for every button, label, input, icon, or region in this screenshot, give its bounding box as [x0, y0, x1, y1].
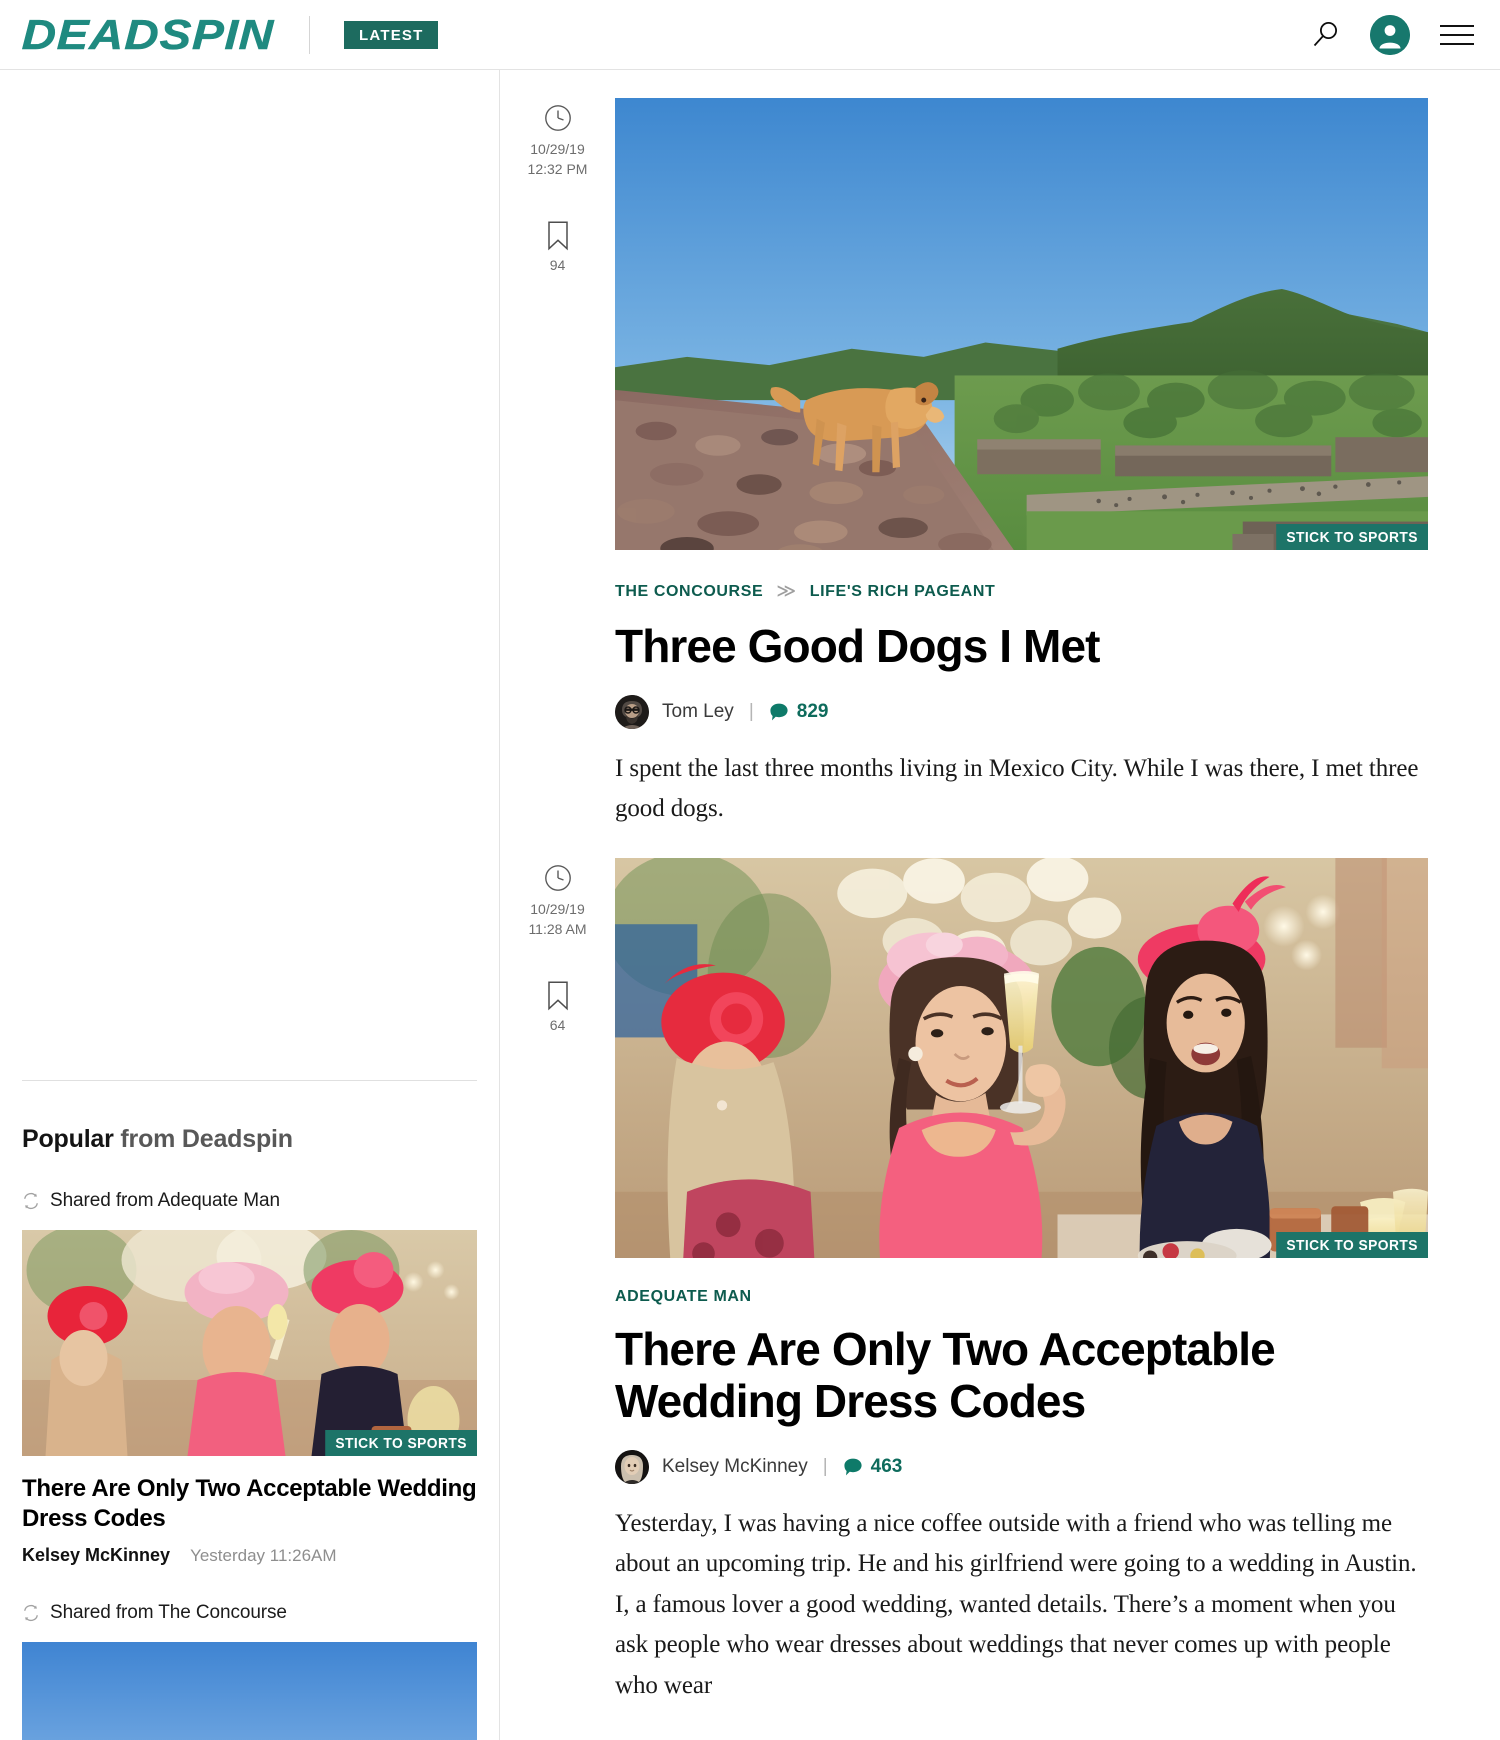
sidebar-top-spacer [22, 70, 477, 1080]
search-icon [1313, 22, 1337, 47]
site-header: DEADSPIN LATEST [0, 0, 1500, 70]
post-body: STICK TO SPORTS THE CONCOURSE ≫ LIFE'S R… [615, 98, 1500, 830]
comment-bubble-icon [844, 1458, 862, 1476]
feed-post: 10/29/19 11:28 AM 64 STICK TO SPORTS ADE… [500, 830, 1500, 1706]
post-byline: Kelsey McKinney | 463 [615, 1449, 1428, 1484]
repost-icon [24, 1192, 38, 1210]
list-item: Shared from The Concourse [22, 1602, 477, 1740]
author-avatar [615, 694, 649, 729]
post-meta-rail: 10/29/19 12:32 PM 94 [500, 98, 615, 830]
page-layout: Popular from Deadspin Shared from Adequa… [0, 70, 1500, 1740]
stick-to-sports-badge: STICK TO SPORTS [1276, 1231, 1428, 1258]
bookmark-button[interactable]: 94 [546, 221, 570, 273]
post-date: 10/29/19 [530, 900, 585, 917]
account-button[interactable] [1370, 15, 1410, 55]
menu-button[interactable] [1440, 25, 1474, 45]
header-actions [1310, 0, 1474, 70]
bookmark-count: 64 [549, 1017, 566, 1034]
feed-post: 10/29/19 12:32 PM 94 STICK TO SPORTS THE… [500, 70, 1500, 830]
comments-button[interactable]: 829 [769, 700, 829, 723]
comments-button[interactable]: 463 [843, 1455, 903, 1478]
comment-bubble-icon [770, 703, 788, 721]
search-button[interactable] [1310, 20, 1340, 50]
post-hero-image-dog[interactable]: STICK TO SPORTS [615, 98, 1428, 550]
site-logo[interactable]: DEADSPIN [21, 0, 275, 69]
sidebar-item-byline: Kelsey McKinney Yesterday 11:26AM [22, 1545, 477, 1566]
sidebar: Popular from Deadspin Shared from Adequa… [0, 70, 500, 1740]
popular-heading-rest: from Deadspin [113, 1125, 293, 1153]
clock-icon [544, 105, 571, 131]
stick-to-sports-badge: STICK TO SPORTS [325, 1430, 477, 1456]
clock-icon [544, 865, 571, 891]
post-author[interactable]: Kelsey McKinney [662, 1456, 808, 1478]
post-meta-rail: 10/29/19 11:28 AM 64 [500, 858, 615, 1706]
woman-center [878, 932, 1066, 1258]
sidebar-item-author[interactable]: Kelsey McKinney [22, 1545, 170, 1566]
post-byline: Tom Ley | 829 [615, 694, 1428, 729]
post-time: 12:32 PM [527, 160, 588, 177]
shared-from-row: Shared from The Concourse [22, 1602, 477, 1624]
breadcrumb-secondary[interactable]: LIFE'S RICH PAGEANT [810, 583, 996, 601]
comment-count: 829 [796, 700, 829, 722]
byline-separator: | [748, 700, 754, 722]
post-breadcrumb: ADEQUATE MAN [615, 1288, 1428, 1306]
shared-from-label: Shared from The Concourse [50, 1602, 287, 1624]
post-body: STICK TO SPORTS ADEQUATE MAN There Are O… [615, 857, 1500, 1706]
list-item: Shared from Adequate Man STICK TO SPORTS… [22, 1190, 477, 1566]
post-title[interactable]: There Are Only Two Acceptable Wedding Dr… [615, 1323, 1428, 1428]
bookmark-icon [547, 981, 568, 1011]
byline-separator: | [822, 1455, 828, 1477]
sidebar-thumbnail-sky[interactable] [22, 1642, 477, 1740]
deadspin-wordmark[interactable]: DEADSPIN [21, 10, 275, 58]
author-avatar [615, 1449, 649, 1484]
breadcrumb-primary[interactable]: THE CONCOURSE [615, 583, 763, 601]
hamburger-menu-icon [1440, 25, 1474, 45]
post-excerpt: Yesterday, I was having a nice coffee ou… [615, 1509, 1417, 1699]
sidebar-item-timestamp: Yesterday 11:26AM [190, 1546, 337, 1566]
wedding-photo-thumbnail [22, 1230, 477, 1456]
header-divider [309, 15, 311, 54]
article-feed: 10/29/19 12:32 PM 94 STICK TO SPORTS THE… [500, 70, 1500, 1740]
post-date: 10/29/19 [530, 141, 585, 157]
user-avatar-icon [1370, 15, 1410, 55]
popular-heading-strong: Popular [22, 1125, 114, 1153]
sky-photo-thumbnail [22, 1642, 477, 1740]
bookmark-icon [547, 221, 568, 251]
popular-heading: Popular from Deadspin [22, 1125, 477, 1154]
latest-button[interactable]: LATEST [344, 20, 439, 49]
stick-to-sports-badge: STICK TO SPORTS [1276, 524, 1428, 550]
sidebar-thumbnail-wedding[interactable]: STICK TO SPORTS [22, 1230, 477, 1456]
dog-on-pyramid-photo [615, 98, 1428, 550]
breadcrumb-separator-icon: ≫ [776, 581, 797, 602]
bookmark-button[interactable]: 64 [546, 981, 570, 1033]
post-title[interactable]: Three Good Dogs I Met [615, 620, 1428, 673]
shared-from-row: Shared from Adequate Man [22, 1190, 477, 1212]
comment-count: 463 [870, 1455, 903, 1477]
breadcrumb-primary[interactable]: ADEQUATE MAN [615, 1288, 752, 1306]
post-excerpt: I spent the last three months living in … [615, 754, 1419, 823]
post-author[interactable]: Tom Ley [662, 701, 734, 723]
post-hero-image-wedding[interactable]: STICK TO SPORTS [615, 857, 1428, 1258]
sidebar-item-title[interactable]: There Are Only Two Acceptable Wedding Dr… [22, 1474, 477, 1533]
post-time: 11:28 AM [528, 920, 587, 937]
sidebar-divider [22, 1080, 477, 1081]
repost-icon [24, 1604, 38, 1622]
shared-from-label: Shared from Adequate Man [50, 1190, 280, 1211]
post-breadcrumb: THE CONCOURSE ≫ LIFE'S RICH PAGEANT [615, 580, 1428, 603]
derby-hats-photo [615, 857, 1428, 1258]
bookmark-count: 94 [549, 257, 566, 274]
